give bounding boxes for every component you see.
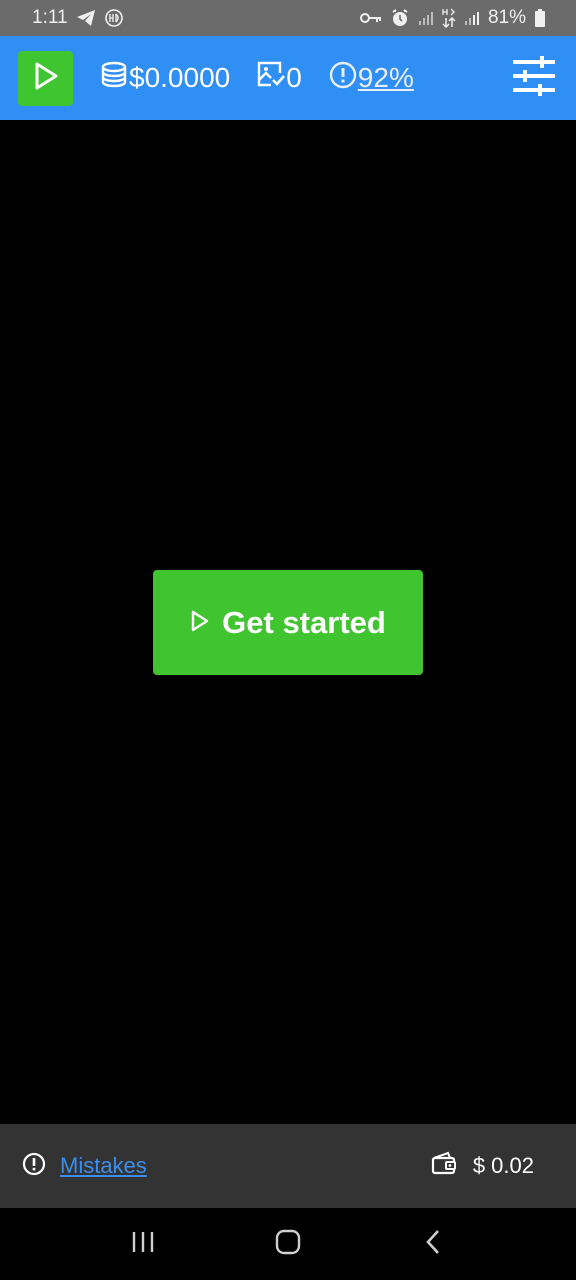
settings-button[interactable]: [510, 54, 558, 102]
wallet: $ 0.02: [431, 1151, 534, 1181]
home-icon: [275, 1229, 301, 1260]
data-arrows-icon: [442, 8, 456, 28]
alert-circle-icon: [328, 60, 358, 97]
signal-icon: [418, 10, 434, 26]
balance-indicator: $0.0000: [99, 60, 230, 97]
hd-icon: [104, 8, 124, 28]
battery-icon: [534, 9, 546, 27]
sliders-icon: [511, 53, 557, 104]
battery-percent: 81%: [487, 7, 526, 28]
signal-icon: [464, 10, 480, 26]
main-area: Get started: [0, 120, 576, 1124]
mistakes-link[interactable]: Mistakes: [60, 1153, 147, 1179]
coins-icon: [99, 60, 129, 97]
status-time: 1:11: [32, 7, 68, 28]
status-bar: 1:11 81%: [0, 0, 576, 36]
wallet-icon: [431, 1151, 457, 1181]
image-check-icon: [256, 60, 286, 97]
vpn-key-icon: [359, 11, 382, 25]
play-button[interactable]: [18, 50, 73, 106]
get-started-button[interactable]: Get started: [153, 570, 423, 675]
recent-apps-button[interactable]: [113, 1219, 173, 1269]
images-count: 0: [286, 62, 302, 93]
status-right: 81%: [359, 7, 546, 29]
system-nav-bar: [0, 1208, 576, 1280]
balance-value: $0.0000: [129, 62, 231, 93]
telegram-icon: [76, 9, 96, 27]
accuracy-indicator[interactable]: 92%: [328, 60, 414, 97]
bottom-bar: Mistakes $ 0.02: [0, 1124, 576, 1208]
play-outline-icon: [190, 605, 210, 641]
accuracy-value[interactable]: 92%: [358, 62, 414, 94]
status-left: 1:11: [32, 7, 124, 29]
get-started-label: Get started: [222, 604, 386, 640]
back-icon: [425, 1229, 441, 1260]
images-indicator: 0: [256, 60, 302, 97]
wallet-amount: $ 0.02: [472, 1153, 534, 1178]
recent-apps-icon: [131, 1231, 155, 1258]
play-icon: [32, 61, 60, 96]
home-button[interactable]: [258, 1219, 318, 1269]
back-button[interactable]: [403, 1219, 463, 1269]
app-header: $0.0000 0 92%: [0, 36, 576, 120]
alert-circle-icon: [22, 1152, 46, 1181]
alarm-icon: [390, 8, 410, 28]
